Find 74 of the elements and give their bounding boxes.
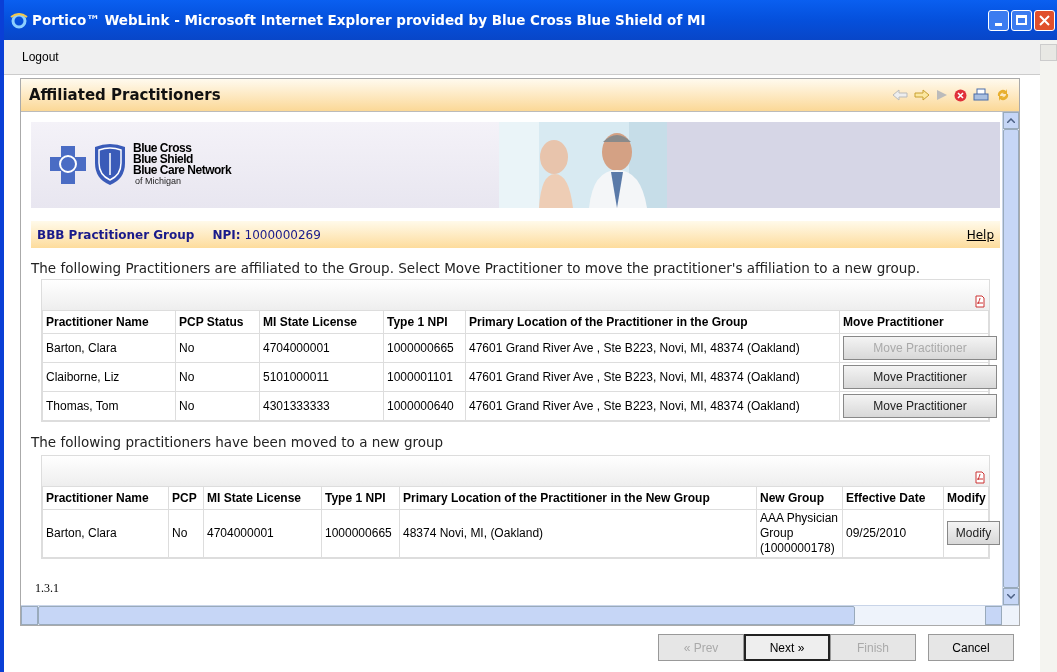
logo-subtext: of Michigan [135, 176, 183, 187]
column-header: PCP [168, 486, 204, 509]
column-header: Primary Location of the Practitioner in the Group [465, 310, 840, 334]
window-title: Portico™ WebLink - Microsoft Internet Explorer provided by Blue Cross Blue Shield of MI [32, 10, 706, 30]
table-cell: 1000000640 [383, 391, 466, 421]
logo-text: Blue Cross [133, 143, 192, 154]
close-icon [1039, 14, 1050, 26]
npi-label: NPI: [212, 226, 241, 244]
column-header: Modify [943, 486, 989, 509]
print-icon[interactable] [973, 87, 989, 103]
caret-up-icon [1007, 118, 1015, 123]
npi-value: 1000000269 [244, 226, 321, 244]
close-button[interactable] [1034, 9, 1055, 31]
table-cell: 48374 Novi, MI, (Oakland) [399, 509, 757, 557]
column-header: Move Practitioner [839, 310, 989, 334]
table-cell: 1000000665 [321, 509, 400, 557]
column-header: Practitioner Name [42, 310, 176, 334]
version-text: 1.3.1 [35, 579, 60, 597]
wizard-button[interactable]: Next » [744, 634, 830, 661]
table-cell: No [175, 391, 260, 421]
pdf-icon[interactable] [975, 470, 985, 484]
action-button[interactable]: Move Practitioner [843, 394, 997, 419]
column-header: MI State License [203, 486, 322, 509]
table-cell: 1000000665 [383, 333, 466, 363]
column-header: PCP Status [175, 310, 260, 334]
pdf-icon[interactable] [975, 295, 985, 309]
shield-logo-icon [93, 143, 127, 187]
forward-arrow-icon[interactable] [914, 89, 930, 101]
table-cell: 4704000001 [203, 509, 322, 557]
caret-down-icon [1007, 594, 1015, 599]
logo-text: Blue Care Network [133, 165, 232, 176]
browser-logo-icon [10, 11, 28, 29]
table-cell: No [175, 362, 260, 392]
column-header: Type 1 NPI [321, 486, 400, 509]
menu-item[interactable]: Logout [22, 48, 59, 66]
refresh-icon[interactable] [995, 87, 1011, 103]
table-cell: 47601 Grand River Ave , Ste B223, Novi, MI, 48374 (Oakland) [465, 362, 840, 392]
cross-logo-icon [49, 145, 87, 185]
intro-text: The following Practitioners are affiliated to the Group. Select Move Practitioner to move the practitioner's affiliation to a new group. [31, 259, 922, 278]
table-cell: No [168, 509, 204, 557]
help-link[interactable]: Help [966, 225, 994, 244]
wizard-button[interactable]: Cancel [928, 634, 1014, 661]
group-name: BBB Practitioner Group [37, 226, 195, 244]
table-cell: Thomas, Tom [42, 391, 176, 421]
table-cell: 5101000011 [259, 362, 384, 392]
column-header: Type 1 NPI [383, 310, 466, 334]
table-cell: Barton, Clara [42, 333, 176, 363]
table-cell: 4301333333 [259, 391, 384, 421]
table-cell: No [175, 333, 260, 363]
scroll-thumb[interactable] [1003, 129, 1019, 588]
table-cell: 4704000001 [259, 333, 384, 363]
table-cell: AAA Physician Group (1000000178) [756, 509, 843, 557]
table-cell: 47601 Grand River Ave , Ste B223, Novi, MI, 48374 (Oakland) [465, 333, 840, 363]
horizontal-scroll-thumb[interactable] [38, 606, 855, 625]
intro-text: The following practitioners have been moved to a new group [31, 433, 445, 453]
close-icon[interactable] [954, 88, 967, 102]
table-cell: 1000001101 [383, 362, 466, 392]
panel-title: Affiliated Practitioners [29, 84, 221, 106]
table-cell: 09/25/2010 [842, 509, 944, 557]
maximize-button[interactable] [1011, 9, 1032, 31]
action-button[interactable]: Modify [947, 521, 1000, 545]
table-cell: 47601 Grand River Ave , Ste B223, Novi, MI, 48374 (Oakland) [465, 391, 840, 421]
action-button[interactable]: Move Practitioner [843, 365, 997, 390]
column-header: Primary Location of the Practitioner in the New Group [399, 486, 757, 509]
scroll-up-button[interactable] [1003, 112, 1019, 129]
table-cell: Claiborne, Liz [42, 362, 176, 392]
column-header: Practitioner Name [42, 486, 169, 509]
table-cell: Barton, Clara [42, 509, 169, 557]
column-header: New Group [756, 486, 843, 509]
logo-text: Blue Shield [133, 154, 193, 165]
column-header: Effective Date [842, 486, 944, 509]
column-header: MI State License [259, 310, 384, 334]
minimize-button[interactable] [988, 9, 1009, 31]
scroll-down-button[interactable] [1003, 588, 1019, 605]
